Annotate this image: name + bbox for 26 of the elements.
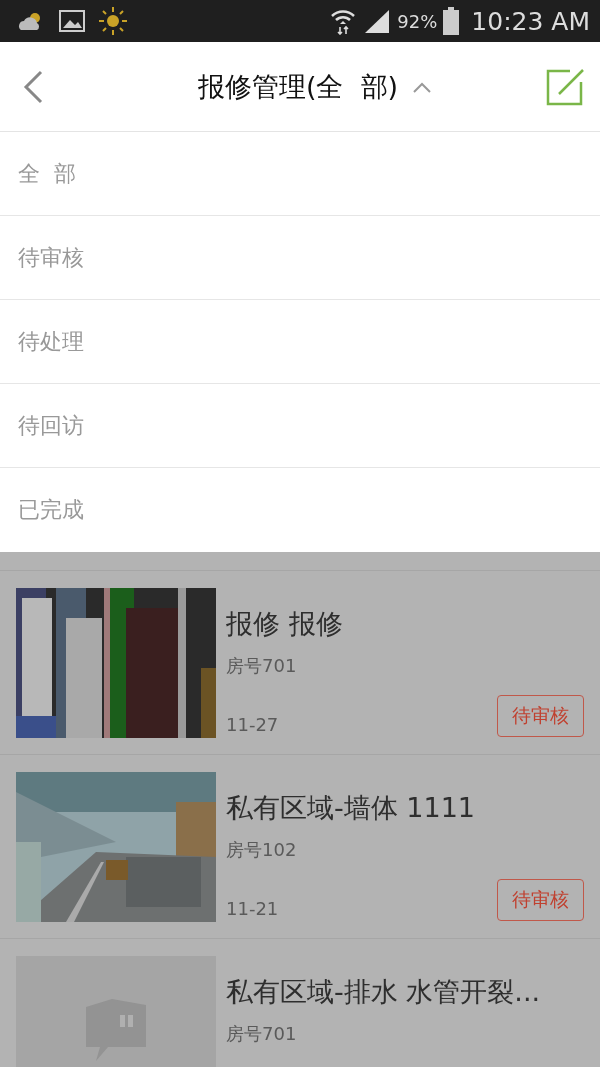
caret-icon[interactable] — [412, 80, 433, 93]
room-number: 房号701 — [226, 1022, 298, 1046]
signal-icon — [363, 8, 392, 34]
sun-icon — [98, 6, 128, 36]
repair-date: 11-27 — [226, 714, 279, 737]
clock: 10:23 AM — [471, 6, 590, 36]
room-number: 房号102 — [226, 838, 298, 862]
filter-option[interactable]: 已完成 — [0, 468, 600, 552]
back-button[interactable] — [22, 69, 44, 104]
filter-option[interactable]: 待处理 — [0, 300, 600, 384]
page-title[interactable]: 报修管理(全 部) — [197, 68, 399, 105]
repair-title: 报修 报修 — [226, 607, 344, 641]
building-icon — [86, 999, 146, 1063]
repair-title: 私有区域-墙体 1111 — [226, 791, 477, 825]
compose-button[interactable] — [546, 67, 584, 106]
status-badge[interactable]: 待审核 — [497, 695, 584, 737]
status-badge[interactable]: 待审核 — [497, 879, 584, 921]
image-icon — [58, 9, 86, 33]
repair-title: 私有区域-排水 水管开裂... — [226, 975, 542, 1009]
room-number: 房号701 — [226, 654, 298, 678]
filter-option[interactable]: 待回访 — [0, 384, 600, 468]
repair-date: 11-21 — [226, 898, 279, 921]
filter-option[interactable]: 全 部 — [0, 132, 600, 216]
filter-option[interactable]: 待审核 — [0, 216, 600, 300]
battery-icon — [443, 7, 460, 35]
battery-percent: 92% — [397, 10, 438, 32]
